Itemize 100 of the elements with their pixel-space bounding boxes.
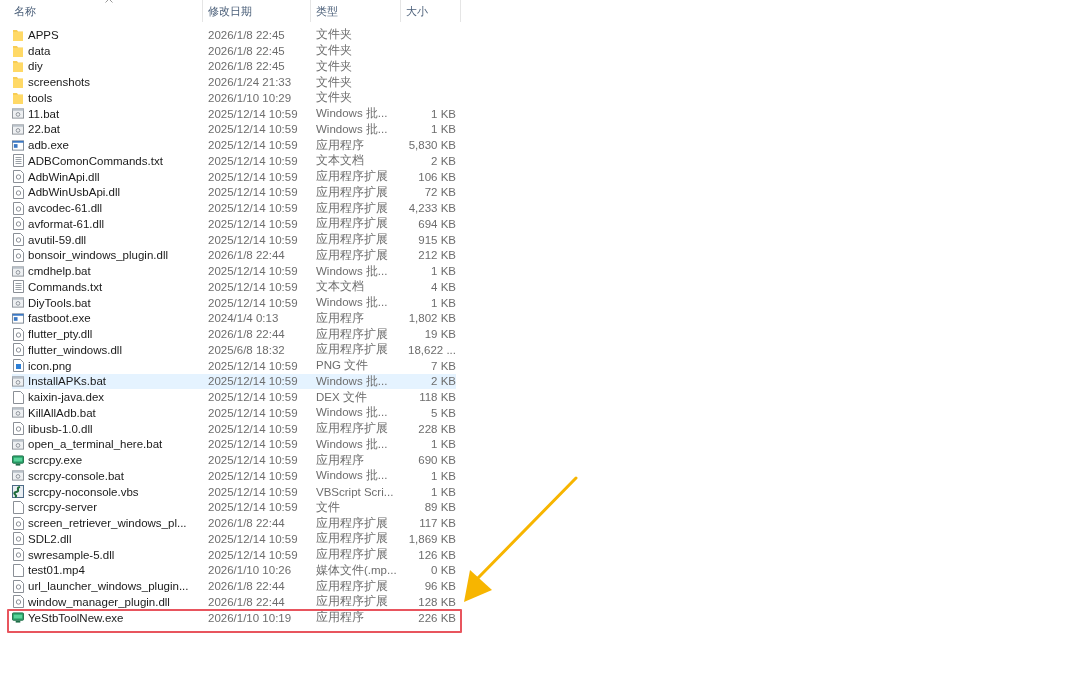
file-name[interactable]: AdbWinUsbApi.dll [28, 186, 121, 199]
file-name[interactable]: YeStbToolNew.exe [28, 611, 124, 624]
file-name[interactable]: flutter_pty.dll [28, 328, 93, 341]
file-name[interactable]: Commands.txt [28, 280, 103, 293]
file-size: 4 KB [430, 280, 456, 293]
file-name[interactable]: flutter_windows.dll [28, 343, 122, 356]
file-type: 文本文档 [315, 279, 365, 295]
file-size: 126 KB [417, 548, 456, 561]
modified-date: 2026/1/10 10:19 [207, 611, 293, 624]
file-name[interactable]: KillAllAdb.bat [28, 406, 96, 419]
modified-date: 2026/1/8 22:44 [207, 328, 286, 341]
file-name[interactable]: data [28, 44, 51, 57]
file-type: Windows 批... [315, 468, 389, 484]
modified-date: 2025/12/14 10:59 [207, 170, 299, 183]
folder-icon [13, 28, 23, 41]
file-name[interactable]: window_manager_plugin.dll [28, 595, 170, 608]
modified-date: 2026/1/8 22:45 [207, 60, 286, 73]
file-name[interactable]: fastboot.exe [28, 312, 91, 325]
file-size: 690 KB [417, 454, 456, 467]
modified-date: 2026/1/10 10:29 [207, 91, 293, 104]
file-type: 文件夹 [315, 58, 353, 74]
file-name[interactable]: avcodec-61.dll [28, 202, 103, 215]
file-name[interactable]: libusb-1.0.dll [28, 422, 93, 435]
column-header[interactable]: 大小 [406, 3, 428, 19]
file-type: 应用程序扩展 [315, 547, 389, 563]
file-name[interactable]: screenshots [28, 76, 90, 89]
file-name[interactable]: swresample-5.dll [28, 548, 115, 561]
file-name[interactable]: ADBComonCommands.txt [28, 154, 163, 167]
file-name[interactable]: adb.exe [28, 139, 69, 152]
file-type: 应用程序扩展 [315, 578, 389, 594]
column-header[interactable]: 修改日期 [208, 3, 252, 19]
file-type: 文件夹 [315, 27, 353, 43]
file-size: 96 KB [423, 580, 456, 593]
screen-icon [12, 612, 24, 624]
file-name[interactable]: APPS [28, 28, 59, 41]
file-name[interactable]: scrcpy-console.bat [28, 469, 124, 482]
file-size: 128 KB [417, 595, 456, 608]
file-name[interactable]: cmdhelp.bat [28, 265, 91, 278]
file-type: Windows 批... [315, 121, 389, 137]
file-size: 2 KB [430, 375, 456, 388]
row-highlight[interactable]: InstallAPKs.bat 2025/12/14 10:59 Windows 批... 2 KB [12, 373, 456, 390]
modified-date: 2025/12/14 10:59 [207, 139, 299, 152]
file-name[interactable]: scrcpy-noconsole.vbs [28, 485, 139, 498]
gear-file-icon [12, 516, 24, 530]
modified-date: 2026/1/8 22:44 [207, 580, 286, 593]
column-header[interactable]: 名称 [14, 3, 36, 19]
file-name[interactable]: bonsoir_windows_plugin.dll [28, 249, 168, 262]
file-name[interactable]: AdbWinApi.dll [28, 170, 100, 183]
file-size: 694 KB [417, 217, 456, 230]
file-name[interactable]: InstallAPKs.bat [28, 375, 106, 388]
modified-date: 2025/12/14 10:59 [207, 501, 299, 514]
file-name[interactable]: url_launcher_windows_plugin... [28, 580, 189, 593]
file-name[interactable]: SDL2.dll [28, 532, 72, 545]
file-size: 0 KB [430, 564, 456, 577]
folder-icon [13, 44, 23, 57]
file-type: Windows 批... [315, 373, 389, 389]
file-name[interactable]: 22.bat [28, 123, 60, 136]
file-size: 1 KB [430, 485, 456, 498]
file-type: 媒体文件(.mp... [315, 562, 398, 578]
file-type: 应用程序 [315, 310, 365, 326]
file-size: 1 KB [430, 296, 456, 309]
gear-file-icon [12, 532, 24, 546]
modified-date: 2025/12/14 10:59 [207, 406, 299, 419]
file-name[interactable]: screen_retriever_windows_pl... [28, 517, 187, 530]
modified-date: 2025/6/8 18:32 [207, 343, 286, 356]
modified-date: 2025/12/14 10:59 [207, 359, 299, 372]
screen-icon [12, 454, 24, 466]
file-name[interactable]: test01.mp4 [28, 564, 85, 577]
gears-file-icon [12, 265, 24, 277]
file-name[interactable]: tools [28, 91, 53, 104]
file-name[interactable]: avutil-59.dll [28, 233, 87, 246]
file-size: 4,233 KB [407, 202, 456, 215]
file-name[interactable]: icon.png [28, 359, 72, 372]
file-type: 应用程序扩展 [315, 216, 389, 232]
gear-file-icon [12, 201, 24, 215]
gear-file-icon [12, 579, 24, 593]
file-size: 2 KB [430, 154, 456, 167]
file-name[interactable]: scrcpy-server [28, 501, 97, 514]
file-size: 1 KB [430, 107, 456, 120]
file-type: DEX 文件 [315, 389, 368, 405]
file-type: 文件夹 [315, 43, 353, 59]
modified-date: 2025/12/14 10:59 [207, 454, 299, 467]
gear-file-icon [12, 548, 24, 562]
folder-icon [13, 76, 23, 89]
file-type: 应用程序扩展 [315, 184, 389, 200]
gear-file-icon [12, 170, 24, 184]
modified-date: 2025/12/14 10:59 [207, 422, 299, 435]
file-name[interactable]: scrcpy.exe [28, 454, 83, 467]
file-type: Windows 批... [315, 106, 389, 122]
file-name[interactable]: DiyTools.bat [28, 296, 91, 309]
modified-date: 2025/12/14 10:59 [207, 154, 299, 167]
column-header[interactable]: 类型 [316, 3, 338, 19]
file-type: 文本文档 [315, 153, 365, 169]
file-name[interactable]: kaixin-java.dex [28, 391, 105, 404]
file-name[interactable]: 11.bat [28, 107, 60, 120]
gears-file-icon [12, 297, 24, 309]
file-name[interactable]: diy [28, 60, 43, 73]
file-name[interactable]: open_a_terminal_here.bat [28, 438, 163, 451]
file-name[interactable]: avformat-61.dll [28, 217, 105, 230]
file-type: 应用程序扩展 [315, 169, 389, 185]
